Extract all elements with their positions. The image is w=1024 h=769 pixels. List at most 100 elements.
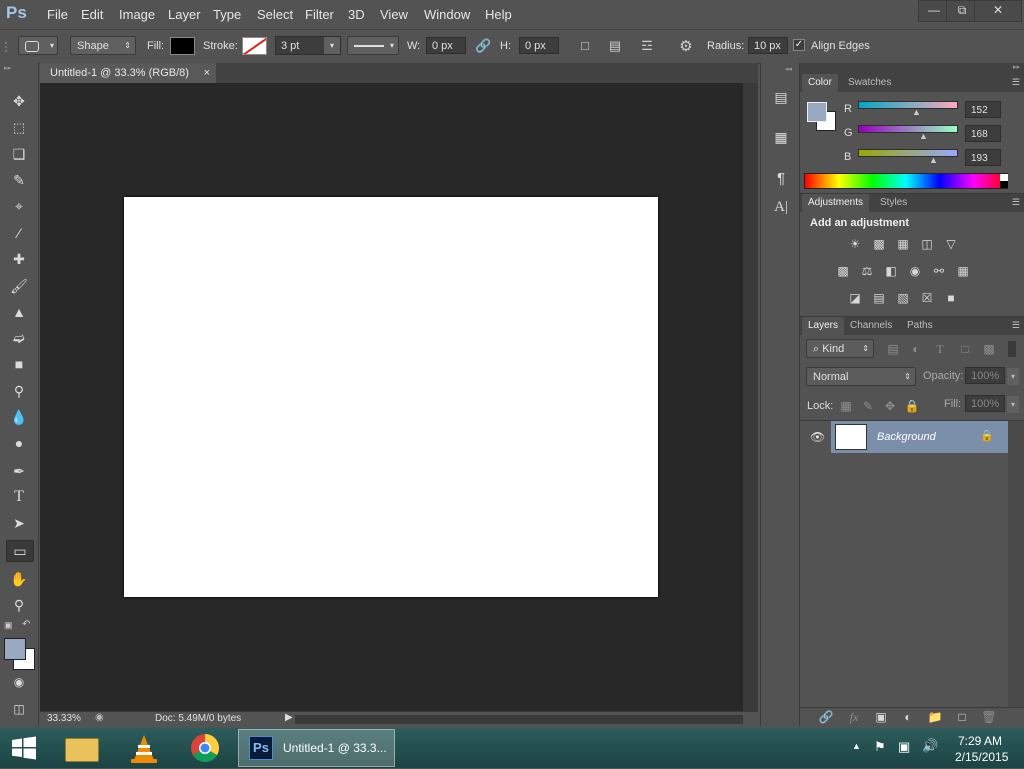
tab-color[interactable]: Color [802, 74, 838, 92]
tab-swatches[interactable]: Swatches [842, 74, 897, 92]
green-slider[interactable] [858, 125, 958, 133]
shape-mode-select[interactable]: Shape ⇕ [70, 36, 136, 55]
panel-collapse-arrows-icon[interactable]: ▸▸ [1013, 63, 1020, 71]
path-selection-tool-icon[interactable]: ➤ [9, 513, 29, 533]
gear-icon[interactable]: ⚙ [677, 37, 695, 55]
filter-shape-icon[interactable]: □ [957, 342, 973, 356]
tool-preset-picker[interactable]: ▾ [18, 36, 58, 55]
layer-filter-kind-select[interactable]: ⌕ Kind ⇕ [806, 339, 874, 358]
link-layers-icon[interactable]: 🔗 [818, 710, 834, 724]
blue-slider-handle-icon[interactable]: ▲ [929, 155, 938, 165]
vlc-taskbar-button[interactable] [118, 730, 170, 766]
close-window-button[interactable]: ✕ [974, 0, 1022, 22]
default-colors-icon[interactable]: ▣ [4, 620, 14, 630]
exposure-icon[interactable]: ◫ [919, 237, 935, 251]
eye-visibility-icon[interactable]: 👁 [810, 430, 825, 444]
brush-tool-icon[interactable]: 🖌 [9, 276, 29, 296]
action-center-flag-icon[interactable]: ⚑ [874, 739, 886, 755]
menu-image[interactable]: Image [119, 7, 155, 22]
invert-icon[interactable]: ◪ [847, 291, 863, 305]
move-tool-icon[interactable]: ✥ [9, 91, 29, 111]
chevron-down-icon[interactable]: ▾ [1007, 396, 1019, 413]
lock-all-icon[interactable]: 🔒 [904, 399, 920, 413]
photoshop-taskbar-button[interactable]: Ps Untitled-1 @ 33.3... [238, 729, 395, 767]
red-slider[interactable] [858, 101, 958, 109]
width-input[interactable]: 0 px [426, 37, 466, 54]
gradient-map-icon[interactable]: ■ [943, 291, 959, 305]
menu-layer[interactable]: Layer [168, 7, 201, 22]
height-input[interactable]: 0 px [519, 37, 559, 54]
align-edges-checkbox[interactable]: ✓ [793, 39, 805, 51]
network-icon[interactable]: ▣ [898, 739, 910, 755]
tab-layers[interactable]: Layers [802, 317, 845, 335]
type-tool-icon[interactable]: T [9, 487, 29, 507]
layer-style-fx-icon[interactable]: fx [846, 710, 862, 724]
history-brush-tool-icon[interactable]: ➫ [9, 328, 29, 348]
document-canvas[interactable] [124, 197, 658, 597]
character-panel-icon[interactable]: A| [771, 197, 791, 217]
crop-tool-icon[interactable]: ⌖ [9, 196, 29, 216]
opacity-input[interactable]: 100% [965, 367, 1005, 384]
paragraph-panel-icon[interactable]: ¶ [771, 169, 791, 189]
delete-layer-trash-icon[interactable]: 🗑 [981, 710, 997, 724]
paint-bucket-tool-icon[interactable]: ⚲ [9, 381, 29, 401]
quick-selection-tool-icon[interactable]: ✎ [9, 170, 29, 190]
green-slider-handle-icon[interactable]: ▲ [919, 131, 928, 141]
filter-smart-object-icon[interactable]: ▩ [981, 342, 997, 356]
filter-adjustment-icon[interactable]: ◐ [908, 342, 924, 356]
stroke-swatch[interactable] [242, 37, 267, 55]
panel-collapse-arrows-icon[interactable]: ▸▸ [4, 65, 32, 72]
red-slider-handle-icon[interactable]: ▲ [912, 107, 921, 117]
properties-panel-icon[interactable]: ▦ [771, 127, 791, 147]
color-lookup-icon[interactable]: ▦ [955, 264, 971, 278]
eyedropper-tool-icon[interactable]: ⁄ [9, 223, 29, 243]
color-ramp[interactable] [804, 173, 1008, 189]
new-layer-icon[interactable]: □ [954, 710, 970, 724]
zoom-tool-icon[interactable]: ⚲ [9, 595, 29, 615]
lock-image-brush-icon[interactable]: ✎ [860, 399, 876, 413]
menu-type[interactable]: Type [213, 7, 241, 22]
blend-mode-select[interactable]: Normal ⇕ [806, 367, 916, 386]
filter-pixel-icon[interactable]: ▤ [885, 342, 901, 356]
channel-mixer-icon[interactable]: ⚯ [931, 264, 947, 278]
vibrance-icon[interactable]: ▽ [943, 237, 959, 251]
eraser-tool-icon[interactable]: ■ [9, 354, 29, 374]
clock-date[interactable]: 2/15/2015 [955, 750, 1008, 764]
menu-file[interactable]: File [47, 7, 68, 22]
chevron-down-icon[interactable]: ▾ [1007, 368, 1019, 385]
photo-filter-icon[interactable]: ◉ [907, 264, 923, 278]
color-balance-icon[interactable]: ⚖ [859, 264, 875, 278]
menu-edit[interactable]: Edit [81, 7, 103, 22]
lock-position-icon[interactable]: ✥ [882, 399, 898, 413]
vertical-scrollbar[interactable] [743, 83, 758, 711]
dodge-tool-icon[interactable]: ● [9, 433, 29, 453]
show-hidden-icons-icon[interactable]: ▲ [852, 741, 861, 751]
menu-view[interactable]: View [380, 7, 408, 22]
layers-scrollbar[interactable] [1008, 421, 1024, 707]
pen-tool-icon[interactable]: ✒ [9, 461, 29, 481]
menu-3d[interactable]: 3D [348, 7, 365, 22]
quick-mask-icon[interactable]: ◉ [9, 672, 29, 692]
file-explorer-taskbar-button[interactable] [55, 730, 107, 766]
status-options-icon[interactable]: ◉ [95, 712, 104, 723]
panel-menu-icon[interactable]: ☰ [1012, 320, 1020, 331]
curves-icon[interactable]: ▦ [895, 237, 911, 251]
zoom-level[interactable]: 33.33% [47, 713, 81, 724]
fill-input[interactable]: 100% [965, 395, 1005, 412]
hand-tool-icon[interactable]: ✋ [9, 569, 29, 589]
dock-collapse-arrows-icon[interactable]: ◂◂ [785, 65, 792, 73]
brightness-contrast-icon[interactable]: ☀ [847, 237, 863, 251]
marquee-tool-icon[interactable]: ⬚ [9, 118, 29, 138]
new-adjustment-layer-icon[interactable]: ◐ [900, 710, 916, 724]
horizontal-scrollbar[interactable] [295, 715, 743, 724]
stroke-type-select[interactable]: ▾ [347, 36, 399, 55]
lasso-tool-icon[interactable]: ❑ [9, 144, 29, 164]
menu-help[interactable]: Help [485, 7, 512, 22]
blur-tool-icon[interactable]: 💧 [9, 407, 29, 427]
posterize-icon[interactable]: ▤ [871, 291, 887, 305]
stroke-width-input[interactable]: 3 pt ▾ [275, 36, 341, 55]
menu-select[interactable]: Select [257, 7, 293, 22]
selective-color-icon[interactable]: ☒ [919, 291, 935, 305]
swap-colors-icon[interactable]: ↶ [22, 619, 32, 630]
healing-brush-tool-icon[interactable]: ✚ [9, 249, 29, 269]
